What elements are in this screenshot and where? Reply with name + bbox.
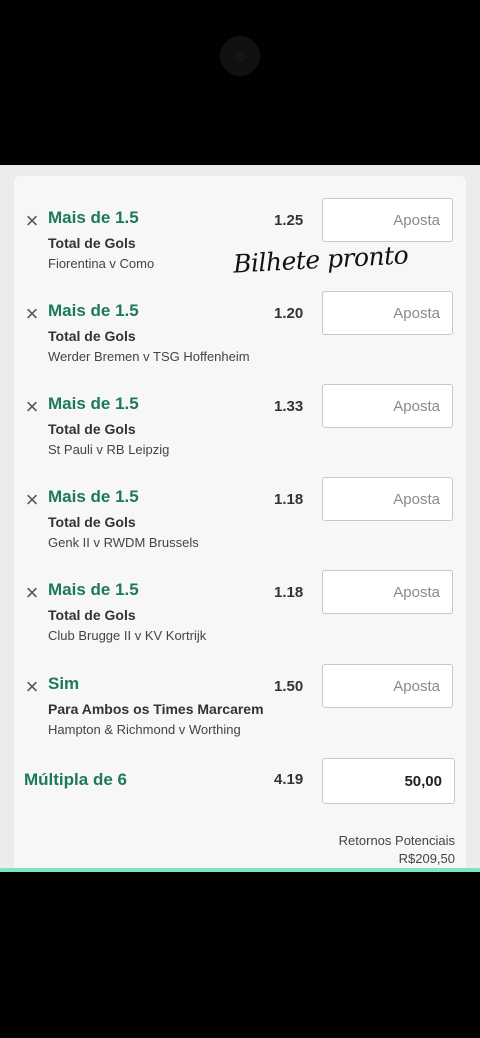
close-icon[interactable]: × <box>23 676 41 698</box>
bet-row: × Mais de 1.5 Total de Gols Genk II v RWDM … <box>0 477 480 570</box>
multiple-label: Múltipla de 6 <box>24 770 127 789</box>
bet-market: Total de Gols <box>48 514 136 530</box>
camera-icon: ◌ <box>220 36 260 76</box>
bet-odds: 1.25 <box>274 212 304 229</box>
bet-event: Werder Bremen v TSG Hoffenheim <box>48 349 250 364</box>
stake-input[interactable]: Aposta <box>322 570 453 614</box>
bet-event: Club Brugge II v KV Kortrijk <box>48 628 207 643</box>
bet-odds: 1.20 <box>274 305 304 322</box>
stake-input[interactable]: Aposta <box>322 664 453 708</box>
bet-odds: 1.50 <box>274 678 304 695</box>
bet-selection: Sim <box>48 674 80 693</box>
close-icon[interactable]: × <box>23 489 41 511</box>
close-icon[interactable]: × <box>23 303 41 325</box>
bet-event: Genk II v RWDM Brussels <box>48 535 199 550</box>
bet-market: Total de Gols <box>48 235 136 251</box>
bet-event: Hampton & Richmond v Worthing <box>48 722 241 737</box>
multiple-stake-input[interactable]: 50,00 <box>322 758 455 804</box>
multiple-bet-row: Múltipla de 6 4.19 50,00 <box>0 758 480 804</box>
bet-selection: Mais de 1.5 <box>48 301 139 320</box>
bet-selection: Mais de 1.5 <box>48 394 139 413</box>
top-black-bar: ◌ <box>0 0 480 165</box>
bet-odds: 1.33 <box>274 398 304 415</box>
potential-returns-value: R$209,50 <box>398 851 455 866</box>
bet-row: × Mais de 1.5 Total de Gols Werder Bremen v… <box>0 291 480 384</box>
bet-selection: Mais de 1.5 <box>48 208 139 227</box>
bet-odds: 1.18 <box>274 584 304 601</box>
close-icon[interactable]: × <box>23 396 41 418</box>
bet-selection: Mais de 1.5 <box>48 580 139 599</box>
bet-market: Total de Gols <box>48 421 136 437</box>
bet-row: × Mais de 1.5 Total de Gols Club Brugge II … <box>0 570 480 663</box>
close-icon[interactable]: × <box>23 210 41 232</box>
multiple-odds: 4.19 <box>274 771 304 788</box>
bet-row: × Sim Para Ambos os Times Marcarem Hampton … <box>0 664 480 757</box>
stake-input[interactable]: Aposta <box>322 291 453 335</box>
bet-market: Total de Gols <box>48 328 136 344</box>
bet-odds: 1.18 <box>274 491 304 508</box>
close-icon[interactable]: × <box>23 582 41 604</box>
bet-event: St Pauli v RB Leipzig <box>48 442 170 457</box>
stake-input[interactable]: Aposta <box>322 198 453 242</box>
potential-returns-label: Retornos Potenciais <box>338 833 455 848</box>
stake-input[interactable]: Aposta <box>322 477 453 521</box>
bet-row: × Mais de 1.5 Total de Gols St Pauli v RB L… <box>0 384 480 477</box>
bet-market: Para Ambos os Times Marcarem <box>48 701 264 717</box>
stake-input[interactable]: Aposta <box>322 384 453 428</box>
bet-selection: Mais de 1.5 <box>48 487 139 506</box>
bet-event: Fiorentina v Como <box>48 256 155 271</box>
bet-market: Total de Gols <box>48 607 136 623</box>
bottom-black-bar <box>0 872 480 1038</box>
